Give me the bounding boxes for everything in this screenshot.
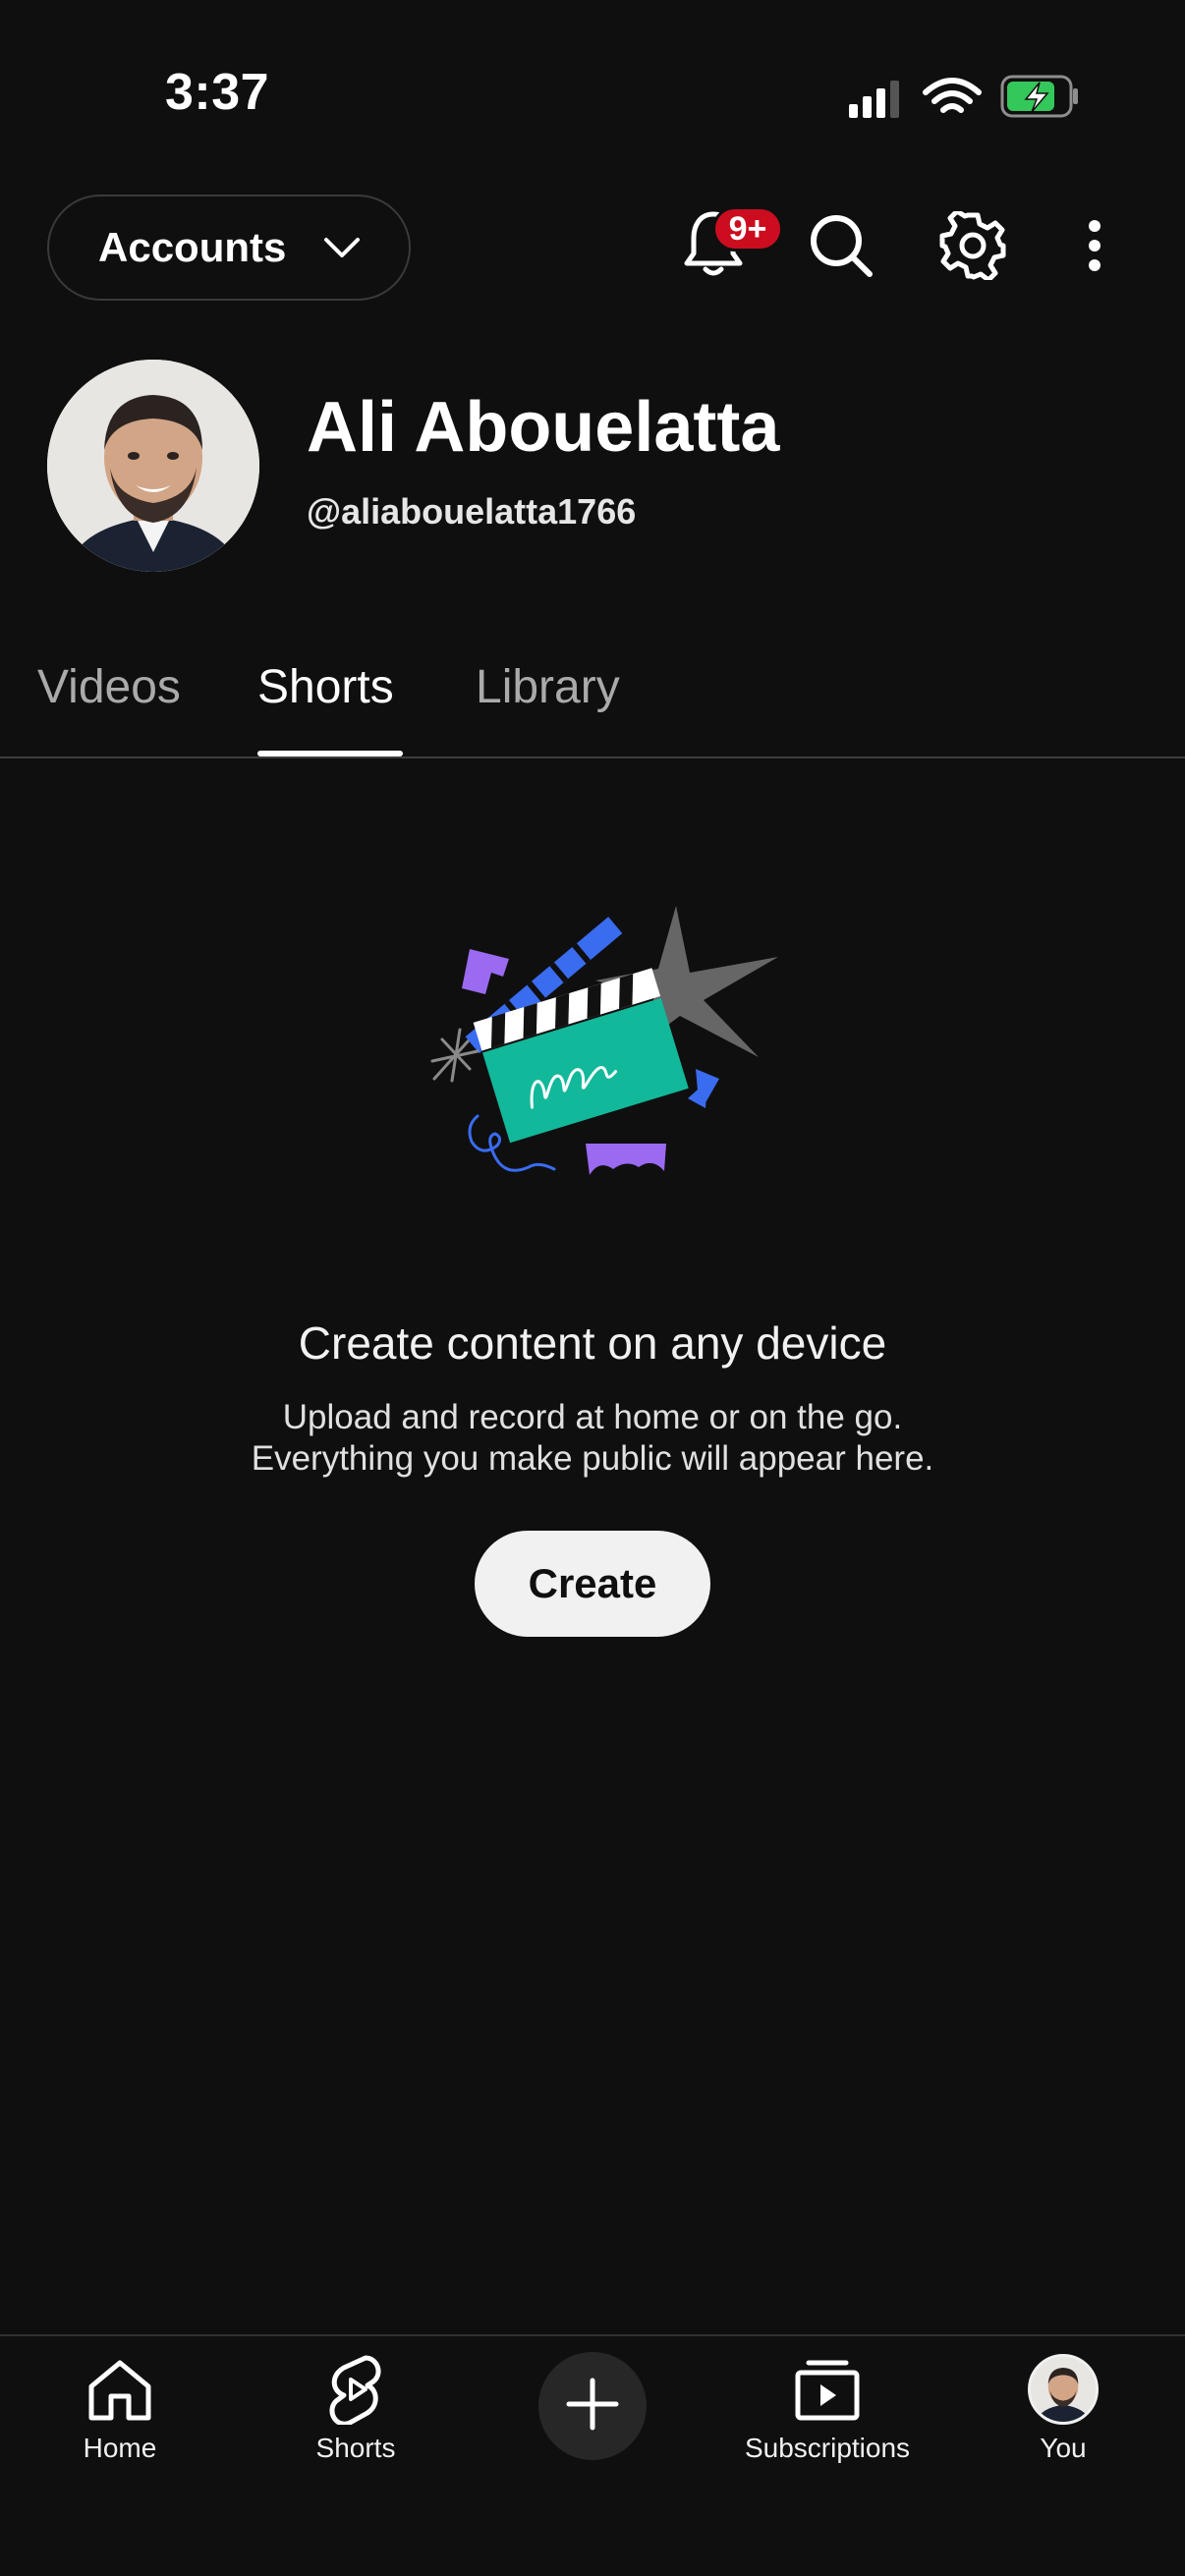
nav-shorts[interactable]: Shorts — [238, 2350, 474, 2488]
tabs-divider — [0, 756, 1185, 758]
channel-handle: @aliabouelatta1766 — [307, 491, 637, 532]
tab-library[interactable]: Library — [476, 660, 620, 714]
tab-videos[interactable]: Videos — [37, 660, 181, 714]
tab-shorts[interactable]: Shorts — [257, 660, 394, 714]
wifi-icon — [923, 78, 982, 113]
search-icon — [807, 211, 875, 285]
more-vertical-icon — [1087, 218, 1102, 278]
chevron-down-icon — [322, 228, 362, 277]
status-icons — [845, 71, 1081, 126]
accounts-label: Accounts — [98, 224, 287, 270]
nav-subscriptions-label: Subscriptions — [744, 2433, 911, 2463]
empty-state-title: Create content on any device — [298, 1317, 887, 1369]
nav-home-label: Home — [83, 2433, 157, 2463]
subscriptions-icon — [793, 2350, 862, 2429]
bottom-nav-divider — [0, 2334, 1185, 2336]
channel-name: Ali Abouelatta — [307, 388, 780, 467]
nav-home[interactable]: Home — [2, 2350, 238, 2488]
avatar[interactable] — [47, 360, 259, 572]
purple-bottom-shape — [586, 1144, 666, 1175]
gear-icon — [938, 208, 1007, 285]
settings-button[interactable] — [931, 206, 1014, 289]
empty-state-description: Upload and record at home or on the go. … — [0, 1397, 1185, 1480]
notification-badge: 9+ — [712, 206, 783, 252]
create-button[interactable]: Create — [475, 1531, 710, 1637]
plus-icon — [565, 2377, 620, 2436]
clapperboard-illustration — [413, 894, 786, 1199]
shorts-icon — [326, 2350, 385, 2429]
empty-state-line-2: Everything you make public will appear h… — [251, 1439, 934, 1478]
battery-charging-icon — [1000, 75, 1078, 118]
nav-you[interactable]: You — [945, 2350, 1181, 2488]
empty-state-line-1: Upload and record at home or on the go. — [282, 1398, 903, 1436]
nav-subscriptions[interactable]: Subscriptions — [709, 2350, 945, 2488]
nav-shorts-label: Shorts — [315, 2433, 396, 2463]
purple-shape — [462, 949, 509, 994]
search-button[interactable] — [800, 206, 882, 289]
accounts-button[interactable]: Accounts — [47, 195, 411, 301]
home-icon — [85, 2350, 154, 2429]
active-tab-indicator — [257, 751, 403, 756]
nav-create-button[interactable] — [538, 2352, 647, 2460]
cellular-signal-icon — [849, 81, 899, 118]
nav-you-label: You — [1040, 2433, 1087, 2463]
more-options-button[interactable] — [1065, 206, 1124, 289]
avatar — [1028, 2354, 1099, 2425]
status-time: 3:37 — [165, 64, 270, 121]
